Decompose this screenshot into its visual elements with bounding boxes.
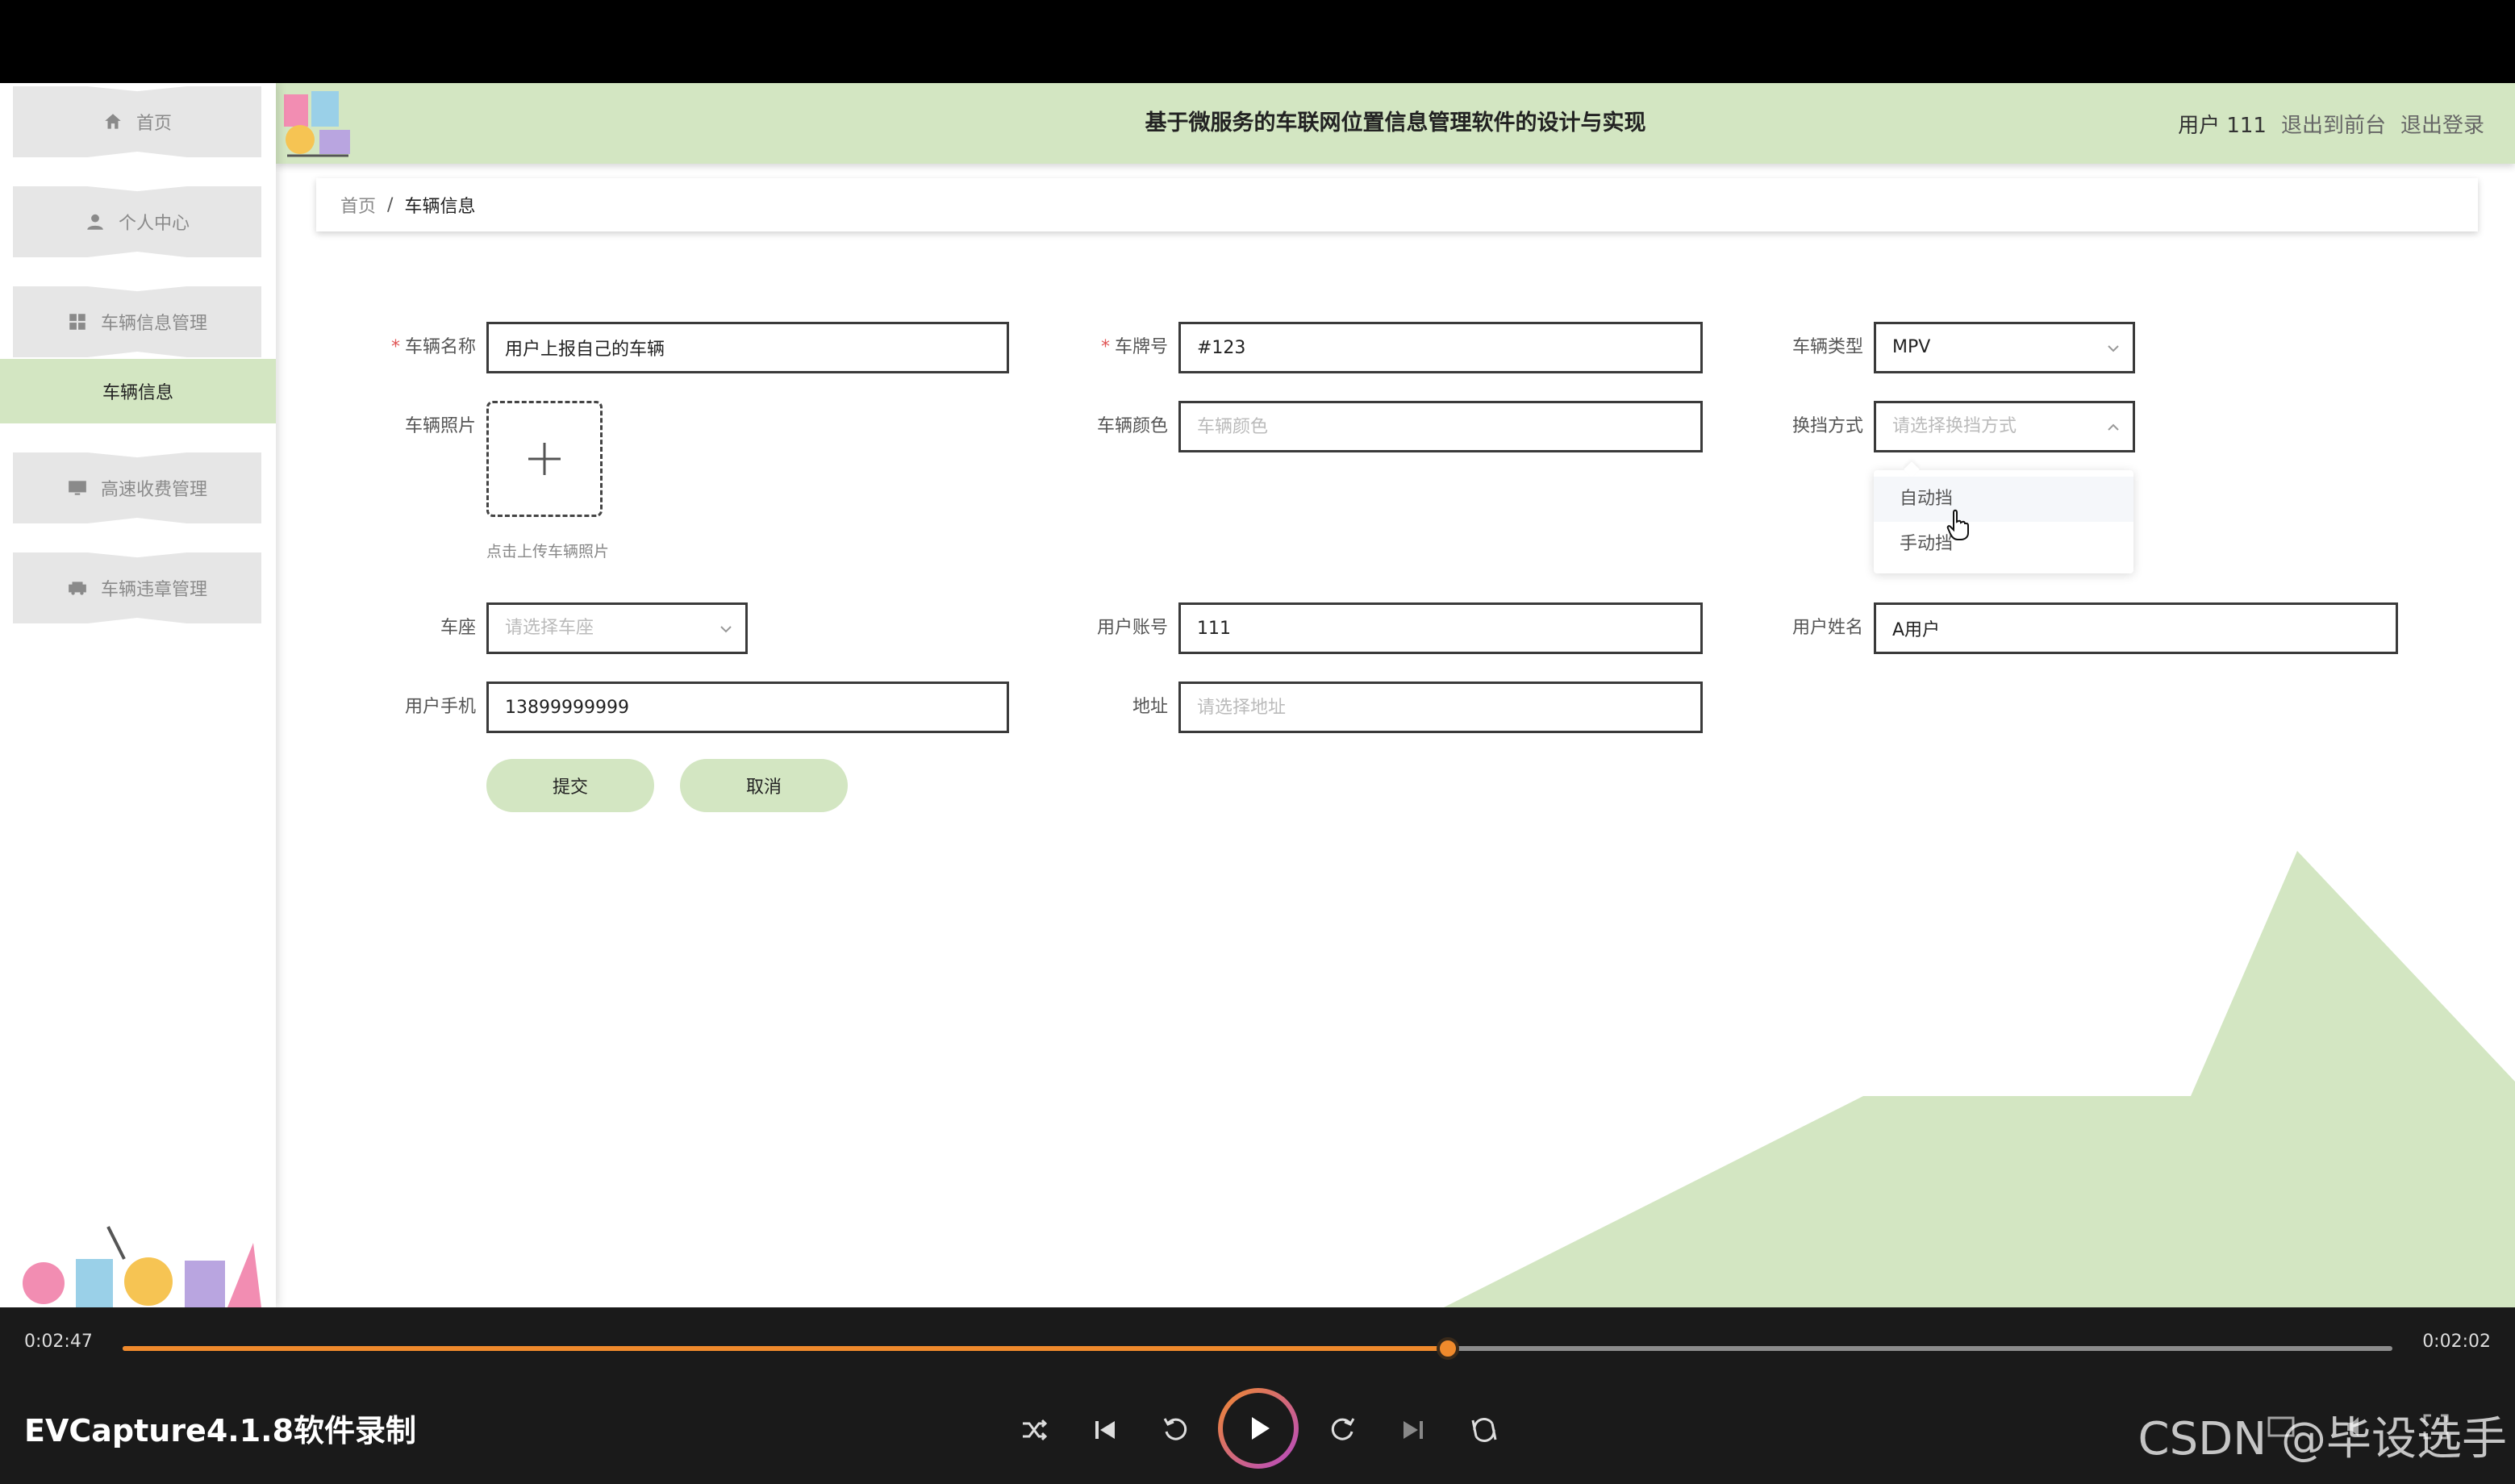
breadcrumb-separator: / bbox=[387, 194, 394, 215]
monitor-icon bbox=[69, 481, 86, 495]
submit-button[interactable]: 提交 bbox=[486, 759, 654, 812]
gear-placeholder: 请选择换挡方式 bbox=[1892, 416, 2017, 436]
current-user: 用户 111 bbox=[2178, 113, 2267, 138]
skip-next-icon bbox=[1403, 1421, 1423, 1439]
progress-track[interactable] bbox=[123, 1337, 2392, 1360]
vehicle-color-input[interactable] bbox=[1178, 401, 1703, 452]
csdn-watermark: CSDN @毕设选手 bbox=[2138, 1413, 2507, 1465]
breadcrumb-current: 车辆信息 bbox=[404, 197, 476, 217]
play-button[interactable] bbox=[1218, 1388, 1299, 1469]
vehicle-photo-label: 车辆照片 bbox=[404, 416, 476, 436]
rewind-10-icon bbox=[1163, 1418, 1187, 1440]
breadcrumb: 首页 / 车辆信息 bbox=[316, 178, 2478, 231]
vehicle-type-value: MPV bbox=[1892, 337, 1931, 357]
back-to-frontend-link[interactable]: 退出到前台 bbox=[2281, 109, 2386, 139]
seat-label: 车座 bbox=[440, 618, 476, 638]
gear-label: 换挡方式 bbox=[1791, 416, 1863, 436]
user-phone-label: 用户手机 bbox=[404, 697, 476, 717]
breadcrumb-home[interactable]: 首页 bbox=[340, 192, 376, 218]
header-actions: 用户 111 退出到前台 退出登录 bbox=[2178, 83, 2484, 164]
chevron-down-icon bbox=[2108, 345, 2119, 352]
gear-dropdown: 自动挡 手动挡 bbox=[1874, 470, 2133, 573]
skip-previous-icon bbox=[1095, 1421, 1115, 1439]
plus-icon bbox=[528, 443, 561, 475]
user-account-input[interactable] bbox=[1178, 602, 1703, 654]
sidebar-item-violation-management[interactable]: 车辆违章管理 bbox=[13, 552, 261, 623]
sidebar-subitem-vehicle-info[interactable]: 车辆信息 bbox=[0, 359, 276, 423]
vehicle-name-label: * 车辆名称 bbox=[390, 337, 476, 357]
sidebar-item-label: 高速收费管理 bbox=[100, 480, 207, 500]
repeat-button[interactable] bbox=[1462, 1407, 1507, 1453]
recorder-label: EVCapture4.1.8软件录制 bbox=[24, 1413, 417, 1449]
sidebar-item-label: 车辆违章管理 bbox=[100, 580, 207, 600]
gear-select[interactable]: 请选择换挡方式 bbox=[1874, 401, 2135, 452]
car-icon bbox=[69, 582, 86, 595]
sidebar-item-label: 个人中心 bbox=[118, 214, 190, 234]
sidebar-item-home[interactable]: 首页 bbox=[13, 86, 261, 157]
previous-button[interactable] bbox=[1082, 1407, 1128, 1453]
address-input[interactable] bbox=[1178, 682, 1703, 733]
address-label: 地址 bbox=[1132, 697, 1168, 717]
user-account-label: 用户账号 bbox=[1096, 618, 1168, 638]
cancel-button[interactable]: 取消 bbox=[680, 759, 848, 812]
vehicle-name-input[interactable] bbox=[486, 322, 1009, 373]
shuffle-icon bbox=[1023, 1419, 1048, 1441]
username-label: 用户姓名 bbox=[1791, 618, 1863, 638]
photo-upload-tip: 点击上传车辆照片 bbox=[486, 543, 610, 561]
plate-label: * 车牌号 bbox=[1100, 337, 1168, 357]
sidebar-item-label: 首页 bbox=[136, 114, 172, 134]
top-header: 基于微服务的车联网位置信息管理软件的设计与实现 用户 111 退出到前台 退出登… bbox=[276, 83, 2515, 164]
logout-link[interactable]: 退出登录 bbox=[2400, 109, 2484, 139]
hand-cursor-icon bbox=[1946, 509, 1969, 540]
forward-30-button[interactable] bbox=[1320, 1407, 1365, 1453]
total-time: 0:02:02 bbox=[2422, 1332, 2491, 1352]
chevron-down-icon bbox=[720, 626, 732, 633]
sidebar-item-vehicle-management[interactable]: 车辆信息管理 bbox=[13, 286, 261, 357]
decorative-illustration bbox=[23, 1226, 261, 1307]
video-player-bar: 0:02:47 0:02:02 EVCapture4.1.8软件录制 CSDN … bbox=[0, 1307, 2515, 1484]
vehicle-color-label: 车辆颜色 bbox=[1096, 416, 1168, 436]
sidebar: 首页 个人中心 车辆信息管理 车辆信息 高速收费管理 车辆违章管理 bbox=[0, 83, 276, 1307]
photo-upload-area[interactable] bbox=[486, 401, 603, 517]
vehicle-type-label: 车辆类型 bbox=[1791, 337, 1863, 357]
app-screen: 首页 个人中心 车辆信息管理 车辆信息 高速收费管理 车辆违章管理 基于微服务的… bbox=[0, 83, 2515, 1307]
sidebar-item-toll-management[interactable]: 高速收费管理 bbox=[13, 452, 261, 523]
home-icon bbox=[105, 114, 121, 129]
person-icon bbox=[87, 214, 103, 230]
grid-icon bbox=[69, 314, 86, 330]
sidebar-item-profile[interactable]: 个人中心 bbox=[13, 186, 261, 257]
sidebar-subitem-label: 车辆信息 bbox=[102, 383, 173, 403]
forward-30-icon bbox=[1331, 1418, 1355, 1440]
shuffle-button[interactable] bbox=[1011, 1407, 1057, 1453]
seat-select[interactable]: 请选择车座 bbox=[486, 602, 748, 654]
gear-option-auto[interactable]: 自动挡 bbox=[1874, 477, 2133, 522]
seat-placeholder: 请选择车座 bbox=[505, 618, 594, 638]
play-icon bbox=[1252, 1417, 1270, 1440]
play-button-inner bbox=[1223, 1393, 1294, 1464]
progress-knob[interactable] bbox=[1437, 1337, 1460, 1360]
plate-input[interactable] bbox=[1178, 322, 1703, 373]
vehicle-type-select[interactable]: MPV bbox=[1874, 322, 2135, 373]
rewind-10-button[interactable] bbox=[1153, 1407, 1199, 1453]
progress-fill bbox=[123, 1346, 1449, 1351]
repeat-icon bbox=[1471, 1418, 1497, 1442]
user-phone-input[interactable] bbox=[486, 682, 1009, 733]
elapsed-time: 0:02:47 bbox=[24, 1332, 93, 1352]
chevron-up-icon bbox=[2108, 423, 2119, 431]
username-input[interactable] bbox=[1874, 602, 2398, 654]
next-button[interactable] bbox=[1391, 1407, 1436, 1453]
sidebar-item-label: 车辆信息管理 bbox=[100, 314, 207, 334]
gear-option-manual[interactable]: 手动挡 bbox=[1874, 522, 2133, 567]
